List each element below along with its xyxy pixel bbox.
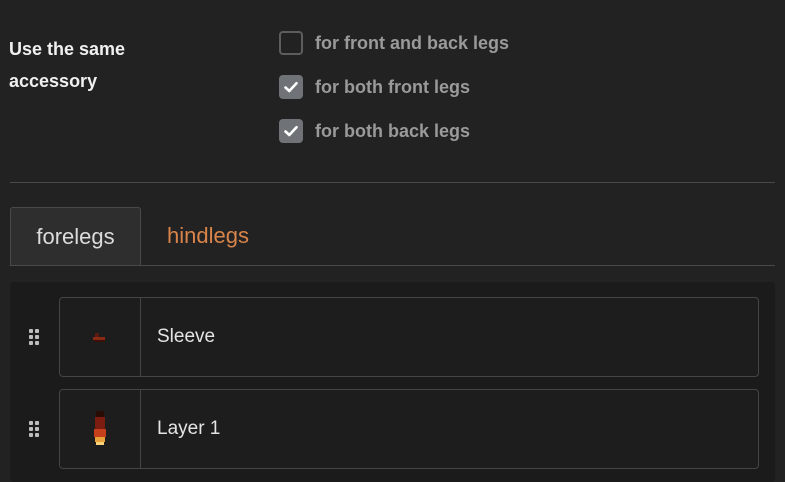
layer-name: Sleeve <box>157 326 216 347</box>
option-front-and-back-legs[interactable]: for front and back legs <box>279 29 509 57</box>
list-item: Sleeve <box>10 297 775 377</box>
checkmark-icon <box>284 125 298 137</box>
checkbox-front-and-back-legs[interactable] <box>279 31 303 55</box>
layer-name: Layer 1 <box>157 418 221 439</box>
option-label: for both front legs <box>315 76 470 97</box>
same-accessory-label: Use the same accessory <box>9 39 126 91</box>
tab-forelegs[interactable]: forelegs <box>10 207 141 265</box>
drag-handle-icon[interactable] <box>27 419 41 439</box>
layer-card[interactable]: Layer 1 <box>59 389 759 469</box>
layer-thumbnail <box>60 298 141 376</box>
option-label: for front and back legs <box>315 32 510 53</box>
sleeve-thumbnail-icon <box>93 333 105 342</box>
layer-card[interactable]: Sleeve <box>59 297 759 377</box>
list-item: Layer 1 <box>10 389 775 469</box>
layer-thumbnail <box>60 390 141 468</box>
layer-thumbnail-icon <box>94 411 106 445</box>
checkmark-icon <box>284 81 298 93</box>
section-divider <box>10 182 775 183</box>
option-label: for both back legs <box>315 120 471 141</box>
tab-hindlegs[interactable]: hindlegs <box>151 207 265 265</box>
accessory-options: for front and back legs for both front l… <box>279 29 509 161</box>
option-both-back-legs[interactable]: for both back legs <box>279 117 509 145</box>
checkbox-both-back-legs[interactable] <box>279 119 303 143</box>
layer-list: Sleeve Layer 1 <box>10 282 775 482</box>
drag-handle-icon[interactable] <box>27 327 41 347</box>
leg-tabs: forelegs hindlegs <box>10 207 775 266</box>
option-both-front-legs[interactable]: for both front legs <box>279 73 509 101</box>
checkbox-both-front-legs[interactable] <box>279 75 303 99</box>
